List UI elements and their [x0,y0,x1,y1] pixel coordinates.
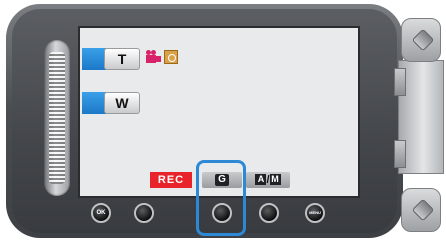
wide-zoom-indicator [82,92,106,114]
hinge-top-cap [401,18,441,62]
hinge-arm-top [394,68,406,96]
zoom-slider-rail[interactable] [44,40,70,196]
hinge-arm-bottom [394,140,406,168]
ok-button-label: OK [96,210,106,216]
wide-zoom-button[interactable]: W [82,92,140,114]
lcd-hinge [394,10,444,236]
third-button[interactable] [212,203,232,223]
ok-button[interactable]: OK [91,203,111,223]
tele-zoom-label: T [104,48,140,70]
rec-soft-label: REC [150,172,192,188]
tele-zoom-button[interactable]: T [82,48,140,70]
menu-button[interactable]: MENU [305,203,325,223]
hinge-bottom-cap [401,188,441,232]
recording-mode-icons [146,50,182,66]
auto-label: A [255,173,267,185]
still-photo-icon [164,50,178,64]
zoom-slider-grip [49,52,65,184]
menu-button-label: MENU [309,210,321,215]
wide-zoom-label: W [104,92,140,114]
second-button[interactable] [134,203,154,223]
manual-label: M [269,173,281,185]
highlight-frame [196,160,246,236]
tele-zoom-indicator [82,48,106,70]
movie-camera-icon [146,50,161,63]
hinge-screw-icon [411,198,435,222]
fourth-button[interactable] [259,203,279,223]
auto-manual-soft-label: A / M [246,172,290,188]
hinge-screw-icon [411,28,435,52]
